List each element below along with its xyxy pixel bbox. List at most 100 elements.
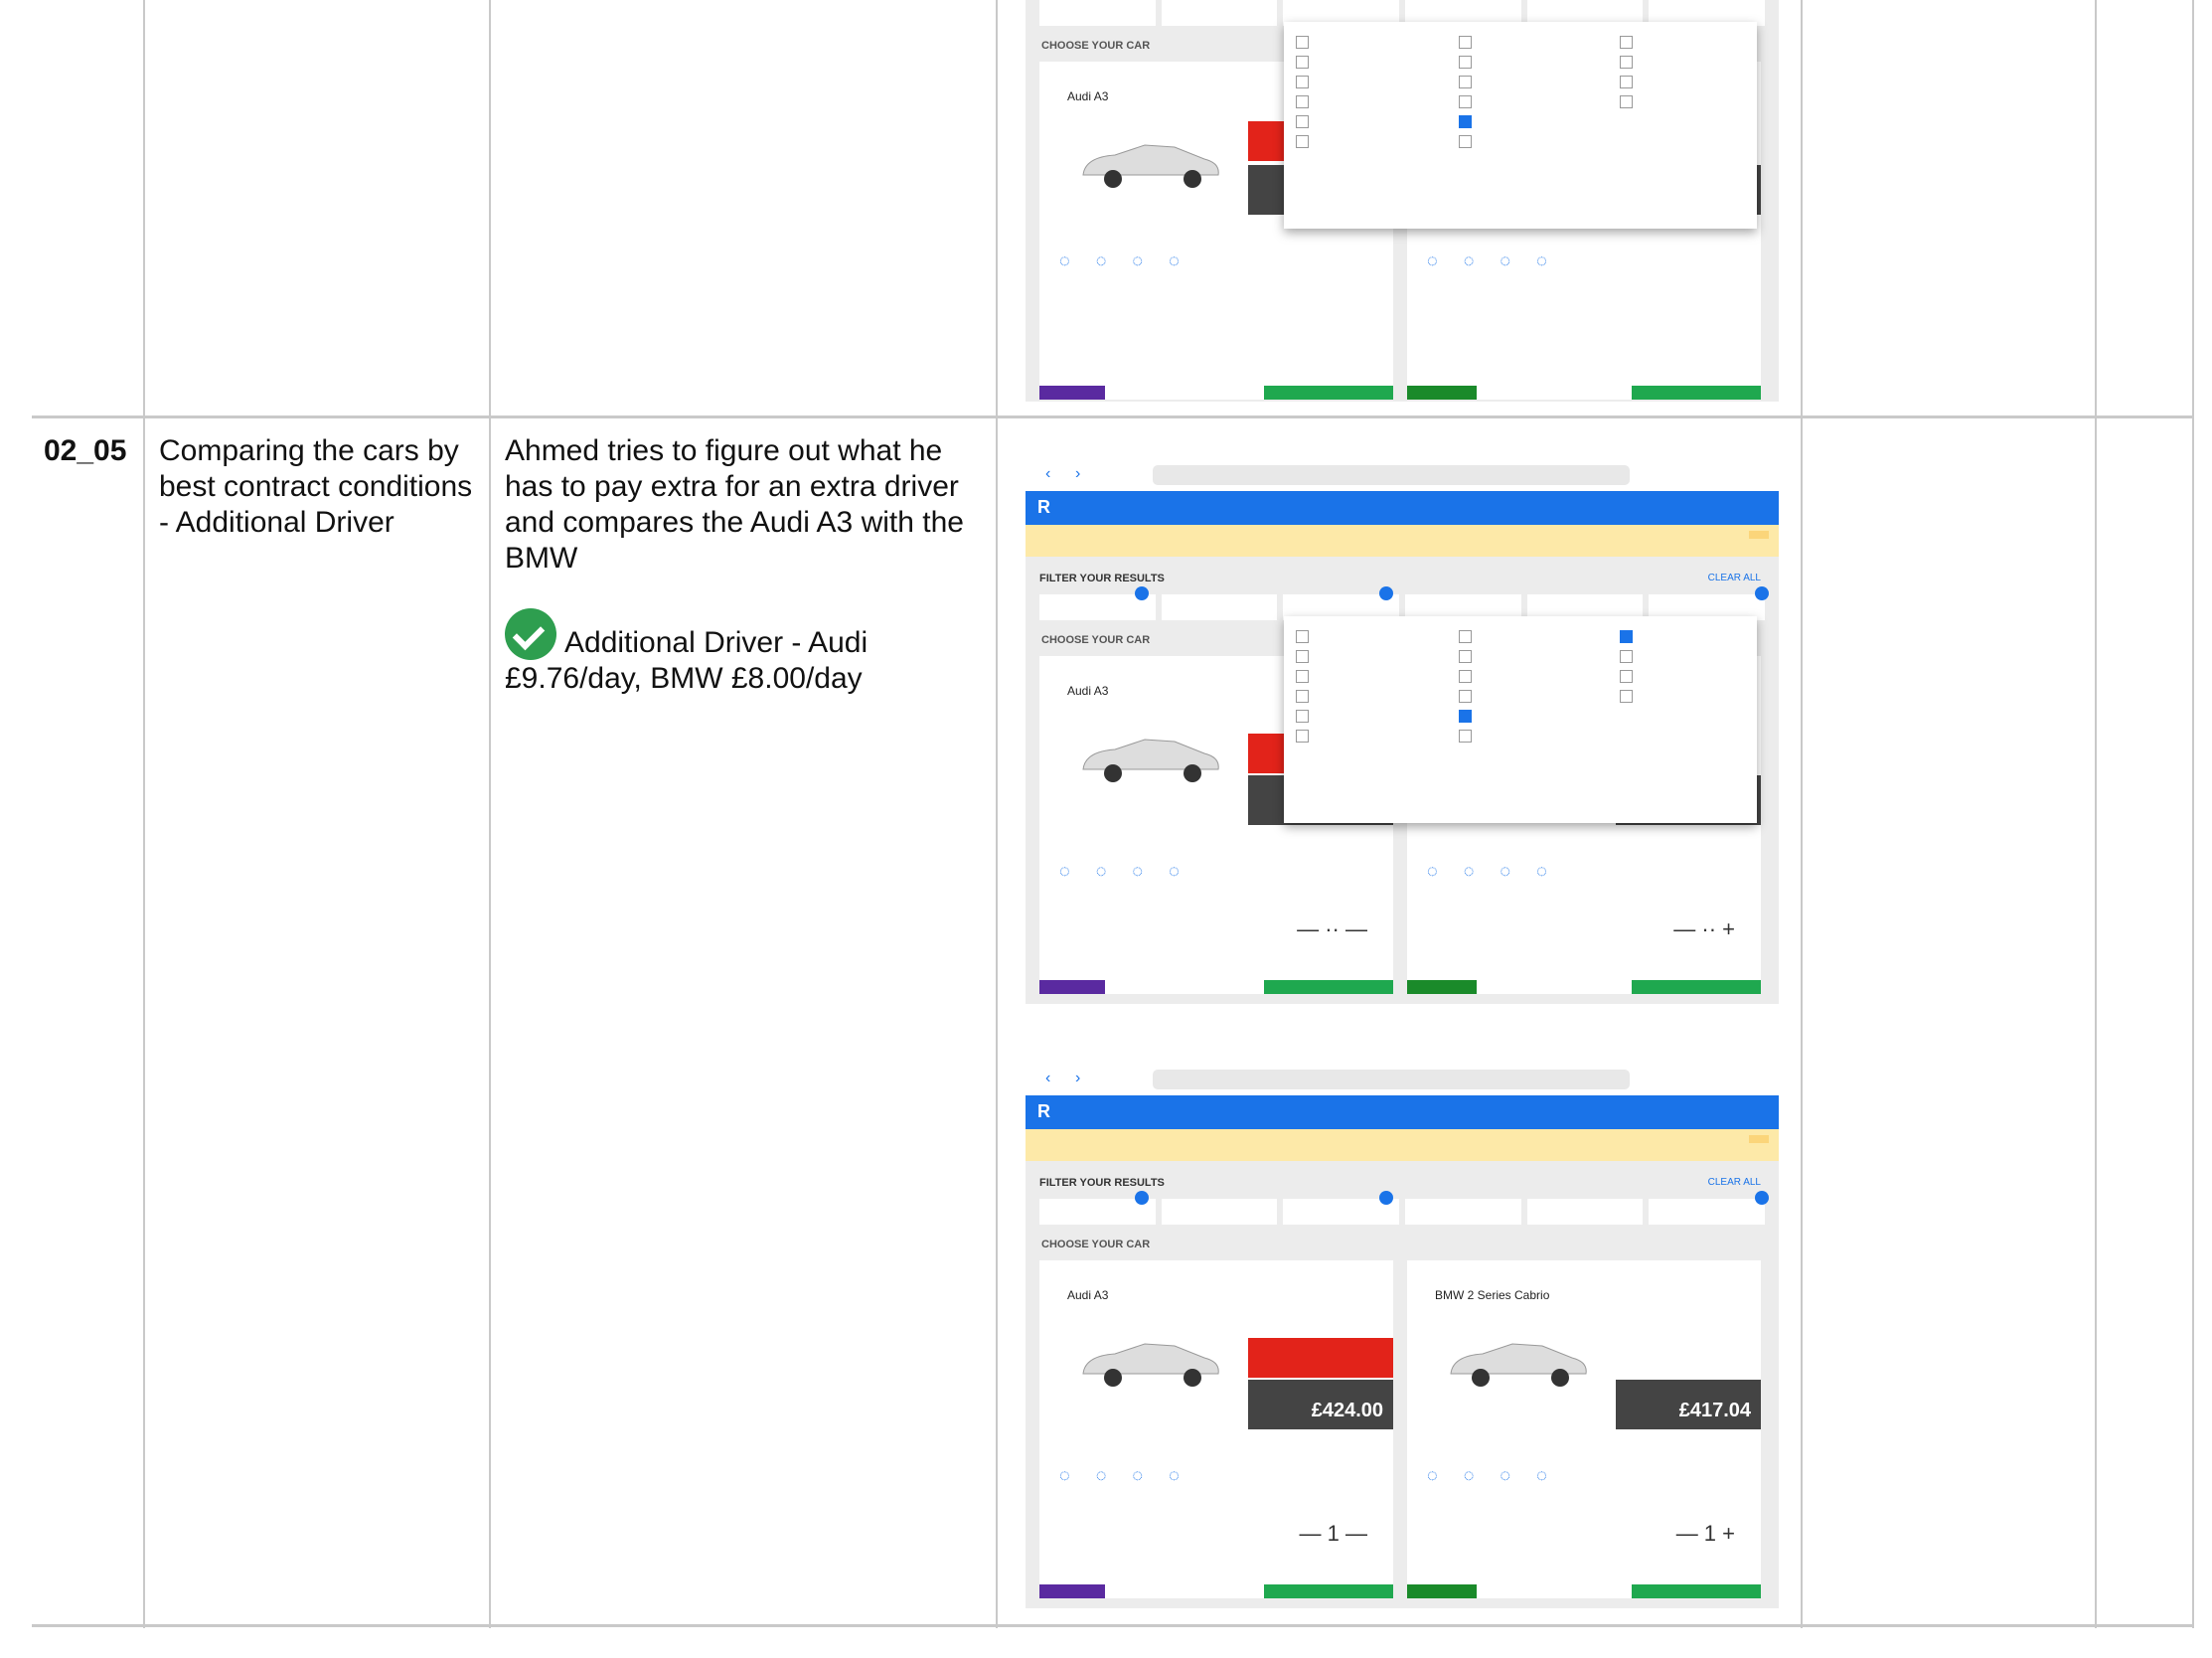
checkbox[interactable] (1296, 729, 1309, 743)
checkbox[interactable] (1296, 709, 1309, 723)
forward-icon[interactable]: › (1075, 1070, 1080, 1087)
feature-icon: ◌ (1169, 861, 1180, 881)
checkbox[interactable] (1620, 94, 1633, 108)
back-icon[interactable]: ‹ (1045, 1070, 1050, 1087)
checkbox[interactable] (1296, 134, 1309, 148)
feature-icons: ◌ ◌ ◌ ◌ (1427, 861, 1547, 882)
filter-select[interactable] (1161, 1199, 1278, 1225)
checkbox[interactable] (1459, 669, 1472, 683)
feature-icon: ◌ (1500, 1465, 1511, 1485)
checkbox[interactable] (1459, 729, 1472, 743)
book-button[interactable] (1632, 1584, 1761, 1598)
filter-dropdown[interactable] (1284, 616, 1757, 823)
filter-dropdown[interactable] (1284, 22, 1757, 229)
filter-heading: FILTER YOUR RESULTS CLEAR ALL (1039, 1177, 1761, 1189)
step-result: Additional Driver - Audi £9.76/day, BMW … (505, 608, 922, 697)
supplier-logo (1407, 386, 1477, 400)
quantity-stepper[interactable]: — 1 + (1676, 1521, 1735, 1547)
feature-icon: ◌ (1132, 250, 1144, 270)
checkbox[interactable] (1620, 689, 1633, 703)
checkbox[interactable] (1620, 669, 1633, 683)
logo-icon: R (1037, 1101, 1050, 1121)
checkbox[interactable] (1459, 94, 1472, 108)
book-button[interactable] (1632, 980, 1761, 994)
feature-icons: ◌ ◌ ◌ ◌ (1059, 1465, 1180, 1486)
feature-icon: ◌ (1132, 861, 1144, 881)
checkbox-checked[interactable] (1459, 114, 1472, 128)
url-bar[interactable] (1153, 1070, 1630, 1089)
car-card[interactable]: Audi A3 £424.00 ◌ ◌ ◌ ◌ — 1 — (1039, 1260, 1393, 1598)
filter-select[interactable] (1405, 1199, 1521, 1225)
quantity-stepper[interactable]: — 1 — (1300, 1521, 1367, 1547)
step-id: 02_05 (44, 434, 127, 467)
indicator-dot (1379, 1191, 1393, 1205)
quantity-stepper[interactable]: — ·· — (1297, 916, 1367, 942)
filter-select[interactable] (1161, 594, 1278, 620)
feature-icon: ◌ (1427, 861, 1438, 881)
grid-line (2095, 0, 2097, 1628)
book-button[interactable] (1264, 386, 1393, 400)
filter-select[interactable] (1649, 1199, 1766, 1225)
checkbox[interactable] (1620, 55, 1633, 69)
checkbox[interactable] (1296, 75, 1309, 88)
forward-icon[interactable]: › (1075, 465, 1080, 483)
modify-search-button[interactable] (1749, 531, 1769, 539)
checkbox[interactable] (1459, 689, 1472, 703)
checkbox[interactable] (1459, 629, 1472, 643)
book-button[interactable] (1264, 1584, 1393, 1598)
car-name: Audi A3 (1067, 1288, 1109, 1302)
feature-icons: ◌ ◌ ◌ ◌ (1059, 861, 1180, 882)
checkbox-checked[interactable] (1620, 629, 1633, 643)
filter-heading: FILTER YOUR RESULTS CLEAR ALL (1039, 573, 1761, 584)
screenshot-2: ‹ › R FILTER YOUR RESULTS CLEAR ALL CHOOS… (1026, 437, 1779, 1004)
modify-search-button[interactable] (1749, 1135, 1769, 1143)
checkbox-checked[interactable] (1459, 709, 1472, 723)
back-icon[interactable]: ‹ (1045, 465, 1050, 483)
checkbox[interactable] (1459, 134, 1472, 148)
price-box: £424.00 (1248, 1380, 1393, 1429)
car-card[interactable]: BMW 2 Series Cabrio £417.04 ◌ ◌ ◌ ◌ — 1 + (1407, 1260, 1761, 1598)
car-name: Audi A3 (1067, 89, 1109, 103)
checkbox[interactable] (1296, 629, 1309, 643)
checkbox[interactable] (1620, 649, 1633, 663)
clear-all-link[interactable]: CLEAR ALL (1708, 1177, 1761, 1188)
grid-line (489, 0, 491, 1628)
checkbox[interactable] (1296, 114, 1309, 128)
supplier-logo (1039, 1584, 1105, 1598)
checkbox[interactable] (1296, 35, 1309, 49)
supplier-logo (1407, 980, 1477, 994)
book-button[interactable] (1264, 980, 1393, 994)
indicator-dot (1755, 1191, 1769, 1205)
supplier-logo (1039, 386, 1105, 400)
check-icon (505, 608, 556, 660)
feature-icon: ◌ (1463, 250, 1475, 270)
feature-icons: ◌ ◌ ◌ ◌ (1427, 1465, 1547, 1486)
checkbox[interactable] (1459, 35, 1472, 49)
checkbox[interactable] (1296, 669, 1309, 683)
quantity-stepper[interactable]: — ·· + (1673, 916, 1735, 942)
checkbox[interactable] (1620, 75, 1633, 88)
step-title: Comparing the cars by best contract cond… (159, 434, 473, 539)
feature-icon: ◌ (1059, 1465, 1070, 1485)
checkbox[interactable] (1620, 35, 1633, 49)
checkbox[interactable] (1296, 649, 1309, 663)
status-bar (1026, 437, 1779, 459)
checkbox[interactable] (1459, 649, 1472, 663)
book-button[interactable] (1632, 386, 1761, 400)
checkbox[interactable] (1296, 689, 1309, 703)
checkbox[interactable] (1296, 94, 1309, 108)
clear-all-link[interactable]: CLEAR ALL (1708, 573, 1761, 583)
checkbox[interactable] (1459, 75, 1472, 88)
screenshot-1: CHOOSE YOUR CAR Audi A3 ◌ ◌ ◌ ◌ ◌ ◌ ◌ ◌ (1026, 0, 1779, 402)
feature-icon: ◌ (1463, 861, 1475, 881)
checkbox[interactable] (1459, 55, 1472, 69)
indicator-dot (1135, 1191, 1149, 1205)
url-bar[interactable] (1153, 465, 1630, 485)
feature-icon: ◌ (1500, 250, 1511, 270)
feature-icon: ◌ (1427, 250, 1438, 270)
app-header: R (1026, 1095, 1779, 1129)
filter-select[interactable] (1161, 0, 1278, 26)
filter-select[interactable] (1039, 0, 1156, 26)
filter-select[interactable] (1526, 1199, 1644, 1225)
checkbox[interactable] (1296, 55, 1309, 69)
